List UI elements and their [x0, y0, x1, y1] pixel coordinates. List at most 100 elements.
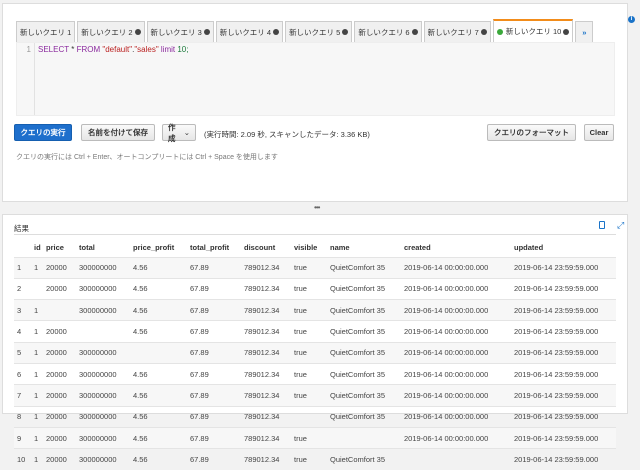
- table-row: 9 1 20000 300000000 4.56 67.89 789012.34 true 20…: [14, 426, 616, 449]
- table-cell: QuietComfort 35: [327, 320, 401, 343]
- format-query-button[interactable]: クエリのフォーマット: [487, 124, 576, 141]
- table-cell: 67.89: [187, 426, 241, 449]
- table-cell: true: [291, 448, 327, 470]
- table-cell: 789012.34: [241, 405, 291, 428]
- tab-query-1[interactable]: 新しいクエリ 1: [16, 21, 76, 42]
- table-cell: 300000000: [76, 405, 130, 428]
- table-cell: 2019-06-14 23:59:59.000: [511, 448, 616, 470]
- table-cell: 7: [14, 384, 31, 407]
- table-cell: 2019-06-14 23:59:59.000: [511, 384, 616, 407]
- tab-query-6[interactable]: 新しいクエリ 6: [354, 21, 422, 42]
- save-as-button[interactable]: 名前を付けて保存: [81, 124, 155, 141]
- tab-query-8[interactable]: 新しいクエリ 10: [492, 19, 574, 42]
- table-cell: 2019-06-14 00:00:00.000: [401, 384, 511, 407]
- table-cell: 2019-06-14 23:59:59.000: [511, 277, 616, 300]
- close-tab-icon[interactable]: [203, 29, 210, 35]
- run-query-button[interactable]: クエリの実行: [14, 124, 72, 141]
- column-header[interactable]: created: [401, 239, 511, 257]
- results-table: id price total price_profit total_profit disc…: [14, 239, 616, 470]
- table-cell: [327, 426, 401, 449]
- column-header[interactable]: id: [31, 239, 43, 257]
- column-header[interactable]: total_profit: [187, 239, 241, 257]
- close-tab-icon[interactable]: [480, 29, 487, 35]
- more-tabs-button[interactable]: »: [575, 21, 594, 42]
- tab-query-3[interactable]: 新しいクエリ 3: [146, 21, 214, 42]
- query-tabs: 新しいクエリ 1 新しいクエリ 2 新しいクエリ 3 新しいクエリ 4 新しいクエリ 5…: [16, 19, 594, 42]
- table-row: 2 20000 300000000 4.56 67.89 789012.34 true Qui…: [14, 277, 616, 300]
- table-cell: 4: [14, 320, 31, 343]
- column-header[interactable]: name: [327, 239, 401, 257]
- tab-query-5[interactable]: 新しいクエリ 5: [285, 21, 353, 42]
- table-cell: QuietComfort 35: [327, 256, 401, 279]
- create-dropdown[interactable]: 作成 ⌄: [162, 123, 196, 143]
- shortcut-hint: クエリの実行には Ctrl + Enter、オートコンプリートには Ctrl +…: [16, 154, 278, 161]
- close-tab-icon[interactable]: [342, 29, 349, 35]
- table-cell: 1: [31, 384, 43, 407]
- column-header[interactable]: total: [76, 239, 130, 257]
- table-cell: 2019-06-14 00:00:00.000: [401, 362, 511, 385]
- tab-query-7[interactable]: 新しいクエリ 7: [423, 21, 491, 42]
- table-cell: 2019-06-14 23:59:59.000: [511, 299, 616, 321]
- column-header[interactable]: [14, 239, 31, 257]
- table-cell: true: [291, 362, 327, 385]
- table-cell: QuietComfort 35: [327, 341, 401, 364]
- table-cell: 9: [14, 426, 31, 449]
- table-row: 10 1 20000 300000000 4.56 67.89 789012.34 true Q…: [14, 448, 616, 470]
- table-row: 1 1 20000 300000000 4.56 67.89 789012.34 true Qu…: [14, 256, 616, 279]
- download-icon[interactable]: [599, 221, 605, 229]
- close-tab-icon[interactable]: [411, 29, 418, 35]
- table-cell: QuietComfort 35: [327, 384, 401, 407]
- table-row: 6 1 20000 300000000 4.56 67.89 789012.34 true Qu…: [14, 362, 616, 385]
- table-cell: 1: [31, 448, 43, 470]
- table-cell: 4.56: [130, 277, 187, 300]
- clear-button[interactable]: Clear: [584, 124, 614, 141]
- table-cell: 1: [31, 320, 43, 343]
- table-row: 8 1 20000 300000000 4.56 67.89 789012.34 QuietC…: [14, 405, 616, 428]
- info-icon[interactable]: i: [628, 16, 635, 23]
- table-cell: [401, 448, 511, 470]
- sql-token: "sales": [134, 45, 159, 54]
- table-cell: 1: [31, 299, 43, 321]
- table-cell: 20000: [43, 448, 76, 470]
- expand-icon[interactable]: ⤢: [617, 220, 624, 231]
- table-cell: 4.56: [130, 299, 187, 321]
- close-tab-icon[interactable]: [134, 29, 141, 35]
- table-cell: 2019-06-14 00:00:00.000: [401, 341, 511, 364]
- sql-editor[interactable]: 1 SELECT * FROM "default"."sales" limit …: [16, 42, 615, 116]
- table-cell: 2019-06-14 00:00:00.000: [401, 405, 511, 428]
- table-cell: 789012.34: [241, 362, 291, 385]
- table-row: 7 1 20000 300000000 4.56 67.89 789012.34 true Qu…: [14, 384, 616, 407]
- tab-label: 新しいクエリ 3: [150, 27, 202, 37]
- table-cell: [76, 320, 130, 343]
- sql-code[interactable]: SELECT * FROM "default"."sales" limit 10…: [38, 45, 188, 54]
- table-cell: 10: [14, 448, 31, 470]
- table-cell: 300000000: [76, 384, 130, 407]
- table-cell: 2019-06-14 00:00:00.000: [401, 426, 511, 449]
- resize-handle[interactable]: •••: [314, 203, 320, 212]
- sql-token: SELECT: [38, 45, 69, 54]
- table-row: 3 1 300000000 4.56 67.89 789012.34 true QuietCo…: [14, 299, 616, 321]
- column-header[interactable]: visible: [291, 239, 327, 257]
- tab-query-4[interactable]: 新しいクエリ 4: [215, 21, 284, 42]
- table-cell: 1: [31, 341, 43, 364]
- column-header[interactable]: price: [43, 239, 76, 257]
- column-header[interactable]: price_profit: [130, 239, 187, 257]
- table-cell: 4.56: [130, 362, 187, 385]
- table-cell: 1: [31, 362, 43, 385]
- table-cell: 2019-06-14 00:00:00.000: [401, 256, 511, 279]
- table-cell: 67.89: [187, 277, 241, 300]
- close-tab-icon[interactable]: [563, 28, 570, 35]
- tab-query-2[interactable]: 新しいクエリ 2: [77, 21, 145, 42]
- table-cell: QuietComfort 35: [327, 405, 401, 428]
- table-cell: 4.56: [130, 405, 187, 428]
- results-panel: 結果 ⤢ id price total price_profit total_profi…: [2, 214, 628, 470]
- close-tab-icon[interactable]: [273, 29, 280, 35]
- table-cell: true: [291, 277, 327, 300]
- table-cell: 2019-06-14 00:00:00.000: [401, 277, 511, 300]
- table-cell: 3: [14, 299, 31, 321]
- column-header[interactable]: discount: [241, 239, 291, 257]
- table-cell: 20000: [43, 277, 76, 300]
- query-stats: (実行時間: 2.09 秒, スキャンしたデータ: 3.36 KB): [204, 130, 370, 139]
- column-header[interactable]: updated: [511, 239, 616, 257]
- table-cell: 20000: [43, 256, 76, 279]
